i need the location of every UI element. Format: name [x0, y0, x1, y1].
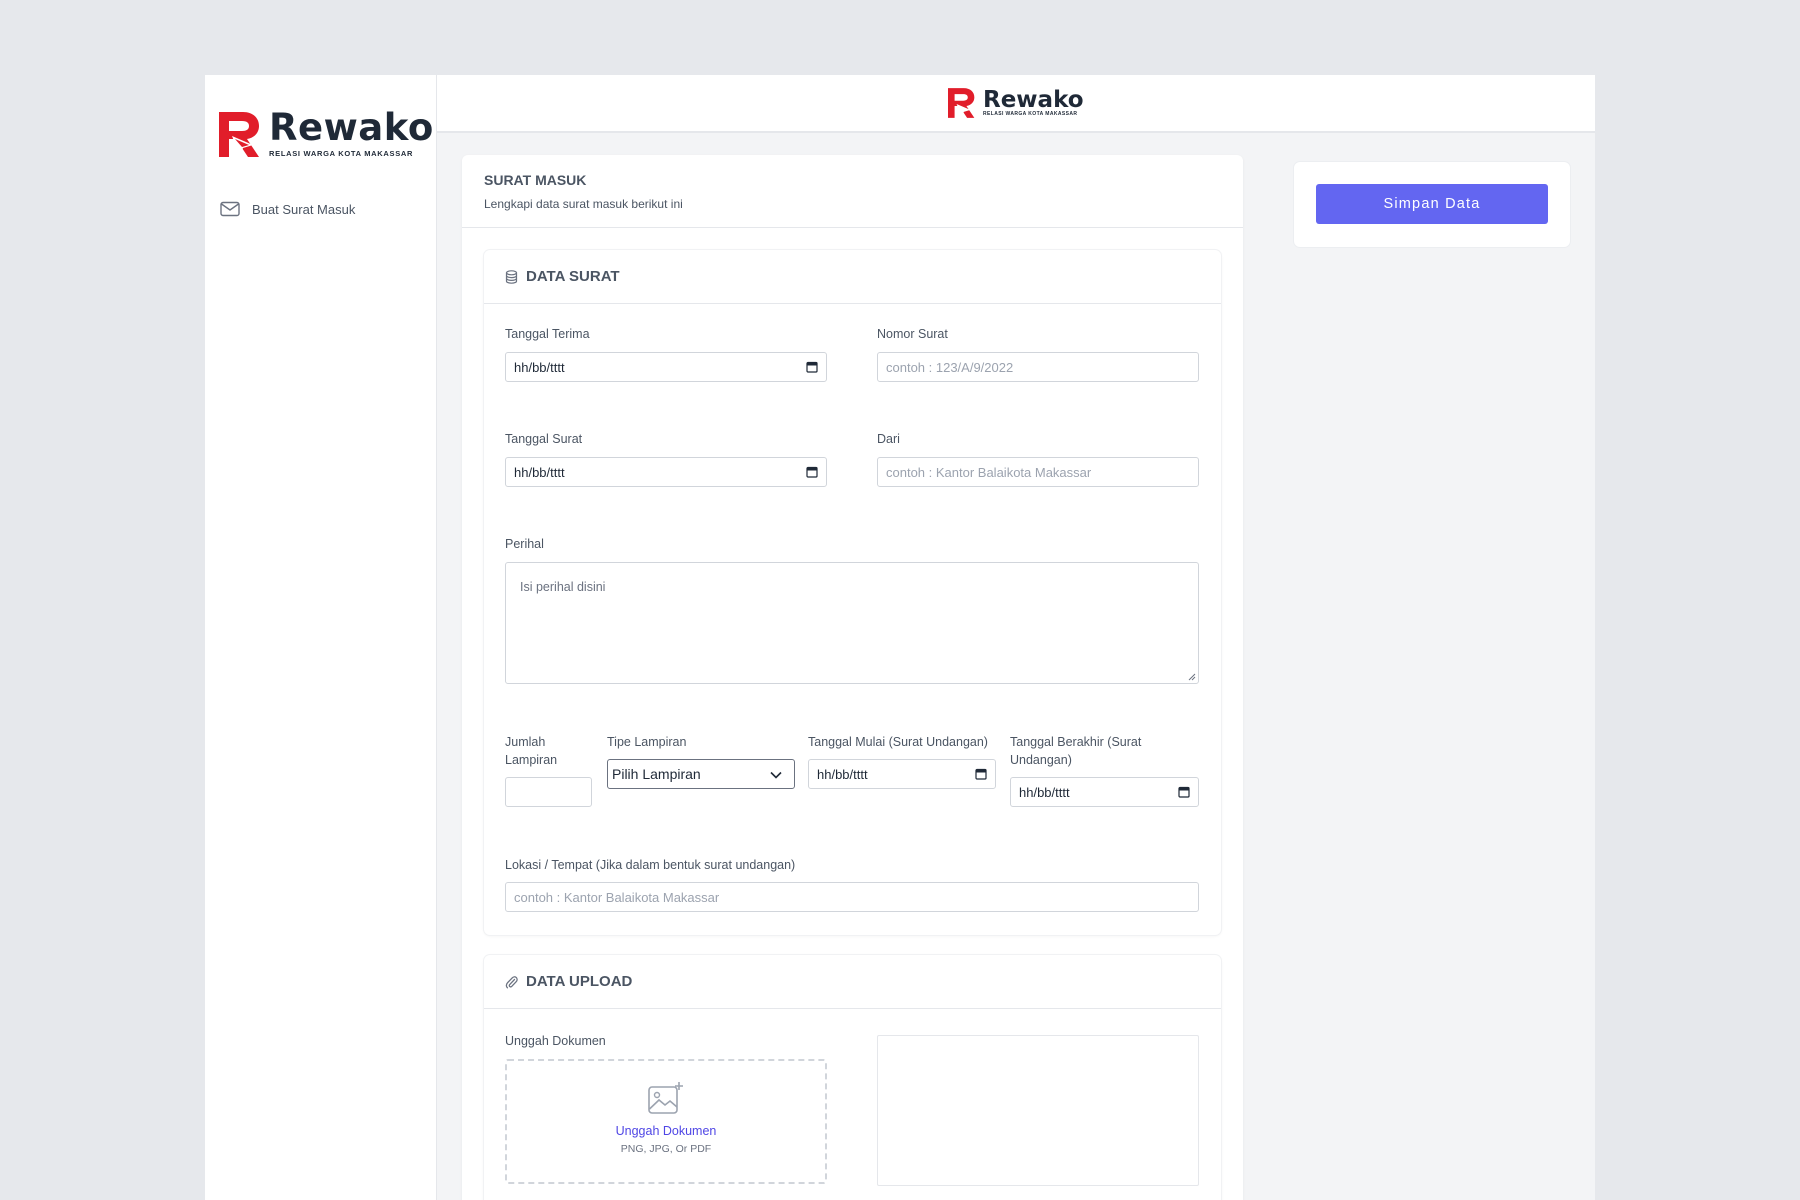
image-upload-icon	[648, 1082, 683, 1114]
header-brand-tagline: RELASI WARGA KOTA MAKASSAR	[983, 111, 1078, 117]
document-preview	[877, 1035, 1199, 1186]
placeholder: Isi perihal disini	[520, 580, 606, 594]
sidebar-logo[interactable]: Rewako RELASI WARGA KOTA MAKASSAR	[219, 106, 434, 158]
placeholder: contoh : Kantor Balaikota Makassar	[886, 464, 1092, 480]
lokasi-input[interactable]: contoh : Kantor Balaikota Makassar	[505, 882, 1199, 912]
selected-value: Pilih Lampiran	[612, 766, 701, 782]
calendar-icon[interactable]	[975, 768, 987, 780]
data-surat-section: DATA SURAT Tanggal Terima hh/bb/tttt Nom…	[484, 250, 1221, 935]
perihal-textarea[interactable]: Isi perihal disini	[505, 562, 1199, 684]
date-value: hh/bb/tttt	[817, 766, 868, 782]
unggah-dokumen-label: Unggah Dokumen	[505, 1034, 606, 1048]
jumlah-lampiran-input[interactable]	[505, 777, 592, 807]
sidebar-item-label: Buat Surat Masuk	[252, 201, 356, 217]
tanggal-terima-input[interactable]: hh/bb/tttt	[505, 352, 827, 382]
app-window: Rewako RELASI WARGA KOTA MAKASSAR Buat S…	[205, 75, 1595, 1200]
calendar-icon[interactable]	[806, 361, 818, 373]
calendar-icon[interactable]	[806, 466, 818, 478]
placeholder: contoh : 123/A/9/2022	[886, 359, 1014, 375]
tanggal-berakhir-input[interactable]: hh/bb/tttt	[1010, 777, 1199, 807]
nomor-surat-input[interactable]: contoh : 123/A/9/2022	[877, 352, 1199, 382]
label-line: Tanggal Berakhir (Surat	[1010, 735, 1142, 749]
action-card: Simpan Data	[1294, 162, 1570, 247]
brand-name: Rewako	[269, 106, 434, 149]
section-header: DATA SURAT	[484, 250, 1221, 304]
nomor-surat-label: Nomor Surat	[877, 327, 948, 341]
tanggal-mulai-input[interactable]: hh/bb/tttt	[808, 759, 996, 789]
upload-hint: PNG, JPG, Or PDF	[620, 1143, 712, 1155]
tanggal-surat-input[interactable]: hh/bb/tttt	[505, 457, 827, 487]
section-header: DATA UPLOAD	[484, 955, 1221, 1009]
tanggal-mulai-label: Tanggal Mulai (Surat Undangan)	[808, 735, 988, 749]
save-button[interactable]: Simpan Data	[1316, 184, 1548, 224]
tipe-lampiran-label: Tipe Lampiran	[607, 735, 687, 749]
header-brand-name: Rewako	[983, 87, 1084, 113]
dari-label: Dari	[877, 432, 900, 446]
brand-tagline: RELASI WARGA KOTA MAKASSAR	[269, 149, 414, 158]
label-line: Lampiran	[505, 753, 558, 767]
label-line: Undangan)	[1010, 753, 1072, 767]
perihal-label: Perihal	[505, 537, 544, 551]
tanggal-surat-label: Tanggal Surat	[505, 432, 583, 446]
mail-icon	[220, 201, 240, 217]
tipe-lampiran-select[interactable]: Pilih Lampiran	[607, 759, 795, 789]
card-header: SURAT MASUK Lengkapi data surat masuk be…	[462, 155, 1243, 228]
lokasi-label: Lokasi / Tempat (Jika dalam bentuk surat…	[505, 858, 796, 872]
section-title: DATA UPLOAD	[526, 973, 633, 990]
rewako-logo-icon	[948, 88, 975, 118]
page-subtitle: Lengkapi data surat masuk berikut ini	[484, 197, 683, 211]
header-logo[interactable]: Rewako RELASI WARGA KOTA MAKASSAR	[948, 88, 1084, 118]
placeholder: contoh : Kantor Balaikota Makassar	[514, 889, 720, 905]
surat-masuk-card: SURAT MASUK Lengkapi data surat masuk be…	[462, 155, 1243, 1200]
dari-input[interactable]: contoh : Kantor Balaikota Makassar	[877, 457, 1199, 487]
upload-link[interactable]: Unggah Dokumen	[507, 1124, 825, 1138]
topbar: Rewako RELASI WARGA KOTA MAKASSAR	[437, 75, 1595, 133]
label-line: Jumlah	[505, 735, 546, 749]
page-title: SURAT MASUK	[484, 172, 587, 188]
chevron-down-icon	[770, 771, 782, 779]
database-icon	[505, 269, 518, 284]
tanggal-terima-label: Tanggal Terima	[505, 327, 590, 341]
date-value: hh/bb/tttt	[514, 464, 565, 480]
jumlah-lampiran-label: Jumlah Lampiran	[505, 733, 557, 769]
upload-dropzone[interactable]: Unggah Dokumen PNG, JPG, Or PDF	[505, 1059, 827, 1184]
section-title: DATA SURAT	[526, 268, 620, 285]
paperclip-icon	[505, 975, 518, 988]
rewako-logo-icon	[219, 111, 259, 157]
tanggal-berakhir-label: Tanggal Berakhir (Surat Undangan)	[1010, 733, 1141, 769]
date-value: hh/bb/tttt	[514, 359, 565, 375]
sidebar-item-buat-surat-masuk[interactable]: Buat Surat Masuk	[220, 201, 355, 217]
sidebar: Rewako RELASI WARGA KOTA MAKASSAR Buat S…	[205, 75, 437, 1200]
data-upload-section: DATA UPLOAD Unggah Dokumen Unggah Dokume…	[484, 955, 1221, 1200]
resize-handle-icon[interactable]	[1188, 673, 1196, 681]
date-value: hh/bb/tttt	[1019, 784, 1070, 800]
calendar-icon[interactable]	[1178, 786, 1190, 798]
